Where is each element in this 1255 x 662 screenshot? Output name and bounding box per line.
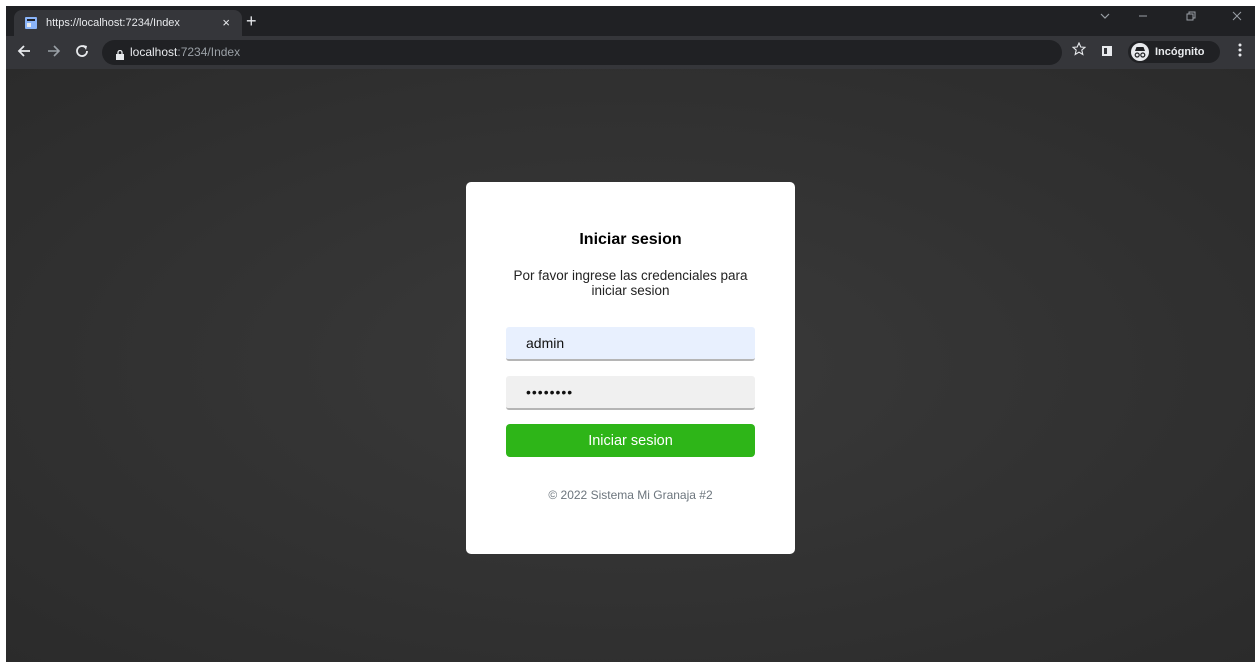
restore-icon[interactable] bbox=[1186, 11, 1196, 24]
browser-toolbar: localhost:7234/Index Incógnito bbox=[6, 36, 1255, 69]
incognito-label: Incógnito bbox=[1155, 46, 1205, 58]
incognito-badge[interactable]: Incógnito bbox=[1128, 41, 1220, 63]
password-input[interactable] bbox=[506, 376, 755, 410]
reload-icon[interactable] bbox=[74, 43, 90, 64]
lock-icon[interactable] bbox=[116, 47, 124, 60]
close-window-icon[interactable] bbox=[1232, 11, 1242, 24]
page-viewport: Iniciar sesion Por favor ingrese las cre… bbox=[6, 69, 1255, 662]
back-icon[interactable] bbox=[16, 43, 32, 64]
forward-icon[interactable] bbox=[46, 43, 62, 64]
login-title: Iniciar sesion bbox=[579, 231, 682, 248]
close-icon[interactable]: × bbox=[222, 16, 230, 29]
username-input[interactable] bbox=[506, 327, 755, 361]
login-card: Iniciar sesion Por favor ingrese las cre… bbox=[466, 182, 795, 554]
side-panel-icon[interactable] bbox=[1102, 46, 1112, 56]
star-icon[interactable] bbox=[1071, 41, 1087, 60]
chevron-down-icon[interactable] bbox=[1100, 11, 1110, 24]
browser-window: https://localhost:7234/Index × + localho… bbox=[6, 6, 1255, 662]
minimize-icon[interactable] bbox=[1138, 11, 1148, 24]
plus-icon[interactable]: + bbox=[246, 12, 257, 30]
tab-title: https://localhost:7234/Index bbox=[46, 17, 180, 29]
menu-icon[interactable] bbox=[1238, 43, 1242, 59]
login-button[interactable]: Iniciar sesion bbox=[506, 424, 755, 457]
url-text: localhost:7234/Index bbox=[130, 45, 240, 59]
incognito-icon bbox=[1131, 43, 1149, 61]
page-icon bbox=[24, 16, 38, 30]
url-host: localhost bbox=[130, 45, 178, 59]
tab-strip: https://localhost:7234/Index × + bbox=[6, 6, 1255, 36]
login-subtitle: Por favor ingrese las credenciales para … bbox=[513, 268, 748, 298]
footer-copyright: © 2022 Sistema Mi Granaja #2 bbox=[548, 488, 713, 502]
url-path: :7234/Index bbox=[177, 45, 241, 59]
address-bar[interactable]: localhost:7234/Index bbox=[102, 40, 1062, 65]
tab-index[interactable]: https://localhost:7234/Index × bbox=[14, 10, 242, 36]
